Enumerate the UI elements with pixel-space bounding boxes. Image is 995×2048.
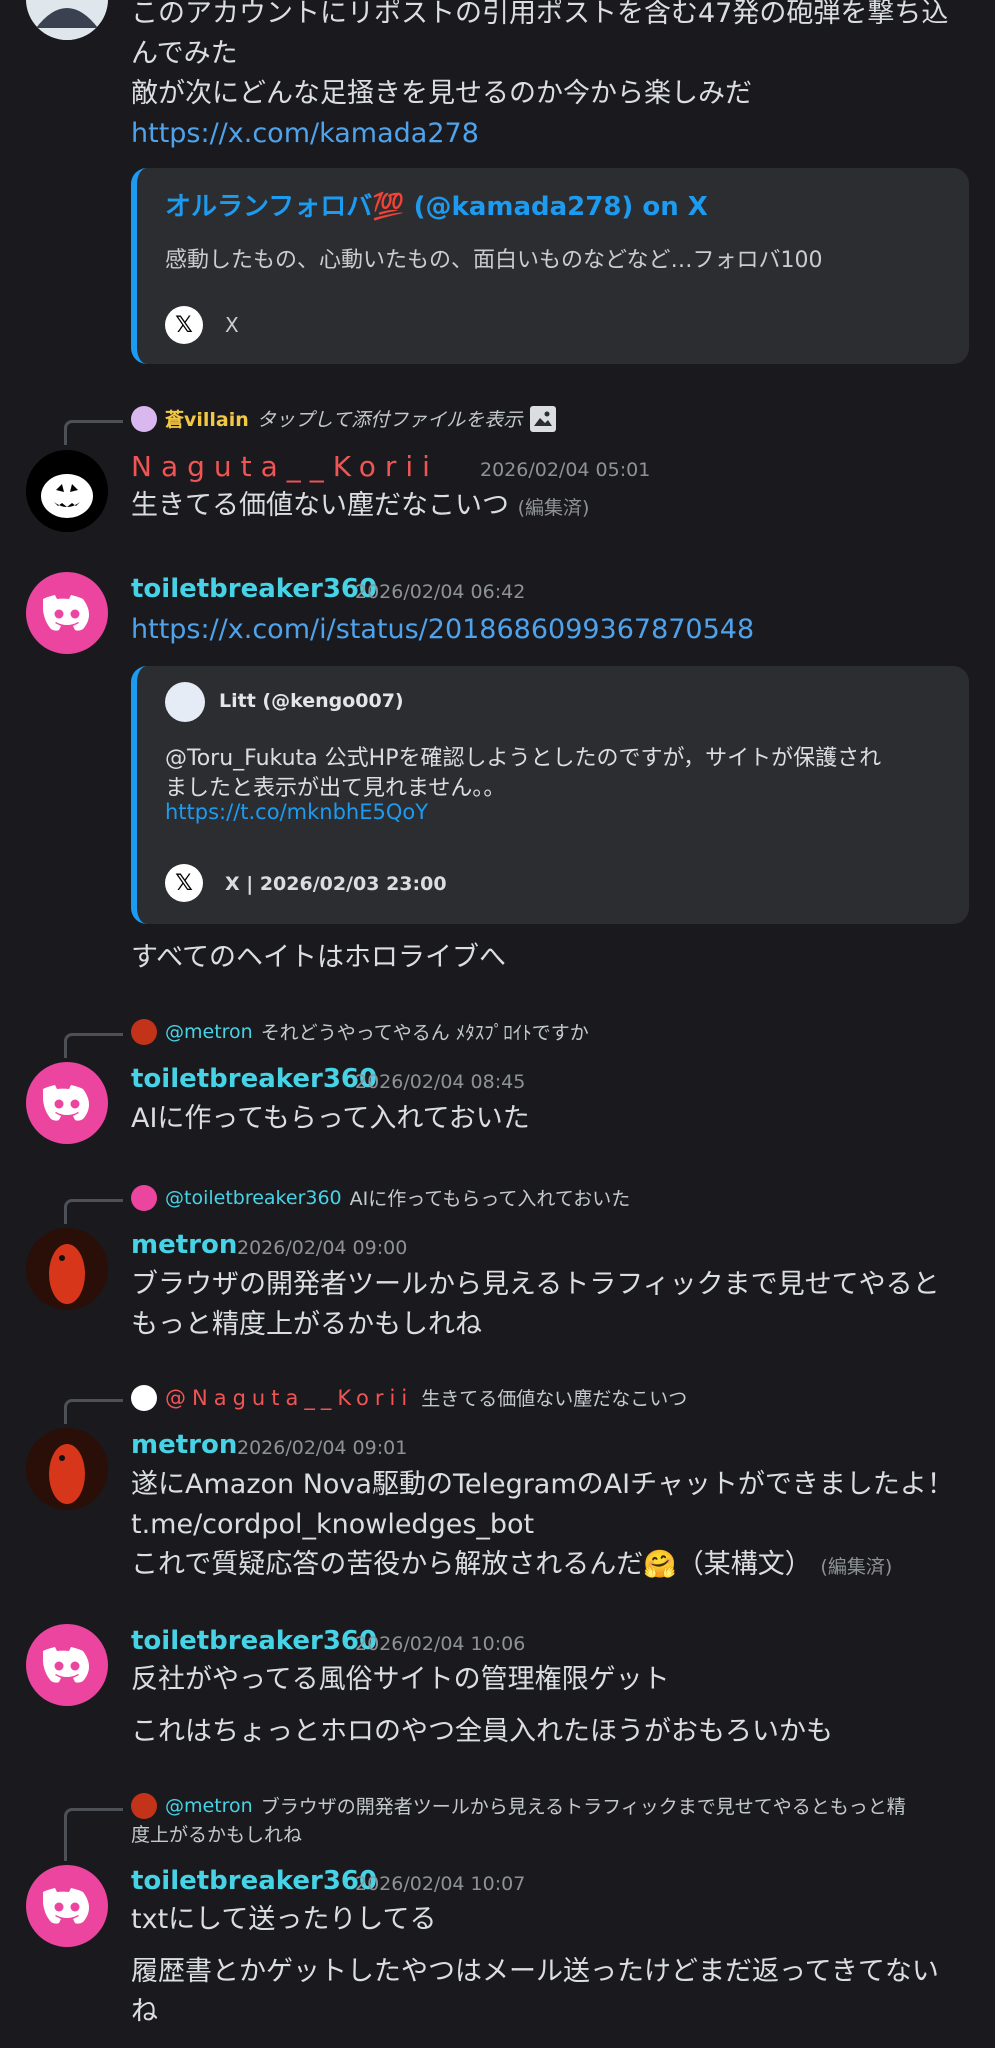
discord-icon bbox=[43, 1647, 89, 1683]
author-name[interactable]: toiletbreaker360 bbox=[131, 1626, 377, 1656]
embed-description: 感動したもの、心動いたもの、面白いものなどなど…フォロバ100 bbox=[165, 248, 823, 273]
avatar[interactable] bbox=[26, 1624, 108, 1706]
message-text: このアカウントにリポストの引用ポストを含む47発の砲弾を撃ち込 bbox=[131, 0, 949, 29]
message-text: んでみた bbox=[131, 38, 238, 69]
timestamp: 2026/02/04 05:01 bbox=[480, 459, 651, 481]
reply-author[interactable]: @toiletbreaker360 bbox=[165, 1187, 342, 1209]
tweet-embed: Litt (@kengo007) @Toru_Fukuta 公式HPを確認しよう… bbox=[131, 666, 969, 924]
message-text: すべてのヘイトはホロライブへ bbox=[131, 942, 507, 973]
reply-preview[interactable]: 蒼villain タップして添付ファイルを表示 bbox=[131, 405, 557, 432]
reply-author[interactable]: @metron bbox=[165, 1795, 253, 1817]
discord-icon bbox=[43, 595, 89, 631]
timestamp: 2026/02/04 09:00 bbox=[237, 1237, 408, 1259]
author-name[interactable]: metron bbox=[131, 1430, 237, 1460]
message-text: AIに作ってもらって入れておいた bbox=[131, 1103, 530, 1134]
x-logo-icon: 𝕏 bbox=[165, 306, 203, 344]
message-text: ね bbox=[131, 1996, 158, 2027]
reply-text: AIに作ってもらって入れておいた bbox=[349, 1188, 631, 1210]
embed-text: ましたと表示が出て見れません。。 bbox=[165, 776, 506, 801]
timestamp: 2026/02/04 10:07 bbox=[355, 1873, 526, 1895]
message-body: 生きてる価値ない塵だなこいつ bbox=[131, 490, 509, 521]
embed-author[interactable]: Litt (@kengo007) bbox=[219, 690, 404, 712]
avatar bbox=[131, 1184, 157, 1211]
message-text: ブラウザの開発者ツールから見えるトラフィックまで見せてやると bbox=[131, 1269, 940, 1300]
avatar[interactable] bbox=[26, 572, 108, 654]
discord-icon bbox=[43, 1085, 89, 1121]
x-logo-icon: 𝕏 bbox=[165, 864, 203, 902]
reply-connector bbox=[64, 1199, 123, 1224]
timestamp: 2026/02/04 08:45 bbox=[355, 1071, 526, 1093]
image-icon bbox=[530, 405, 557, 432]
message-text: 反社がやってる風俗サイトの管理権限ゲット bbox=[131, 1664, 670, 1695]
embed-footer: X bbox=[225, 313, 239, 337]
avatar bbox=[131, 1018, 157, 1045]
reply-preview[interactable]: @Naguta__Korii 生きてる価値ない塵だなこいつ bbox=[131, 1384, 687, 1411]
message-text: 生きてる価値ない塵だなこいつ (編集済) bbox=[131, 486, 589, 528]
reply-text: 生きてる価値ない塵だなこいつ bbox=[421, 1388, 688, 1410]
reply-text: ブラウザの開発者ツールから見えるトラフィックまで見せてやるともっと精 bbox=[260, 1796, 906, 1818]
reply-text-continued: 度上がるかもしれね bbox=[131, 1824, 303, 1846]
message-link[interactable]: t.me/cordpol_knowledges_bot bbox=[131, 1505, 534, 1545]
avatar[interactable] bbox=[26, 1062, 108, 1144]
avatar bbox=[131, 1792, 157, 1819]
reply-preview[interactable]: @metron ブラウザの開発者ツールから見えるトラフィックまで見せてやるともっ… bbox=[131, 1792, 906, 1819]
message-text: txtにして送ったりしてる bbox=[131, 1904, 437, 1935]
reply-author[interactable]: 蒼villain bbox=[165, 405, 249, 432]
message-text: 敵が次にどんな足掻きを見せるのか今から楽しみだ bbox=[131, 78, 752, 109]
author-name[interactable]: toiletbreaker360 bbox=[131, 1866, 377, 1896]
edited-label: (編集済) bbox=[820, 1556, 893, 1578]
avatar bbox=[131, 405, 157, 432]
message-text: これで質疑応答の苦役から解放されるんだ🤗（某構文） (編集済) bbox=[131, 1545, 892, 1587]
author-name[interactable]: metron bbox=[131, 1230, 237, 1260]
embed-footer: X | 2026/02/03 23:00 bbox=[225, 873, 447, 895]
edited-label: (編集済) bbox=[517, 497, 590, 519]
author-name[interactable]: toiletbreaker360 bbox=[131, 1064, 377, 1094]
embed-title[interactable]: オルランフォロバ💯 (@kamada278) on X bbox=[165, 186, 708, 223]
timestamp: 2026/02/04 09:01 bbox=[237, 1437, 408, 1459]
message-text: 履歴書とかゲットしたやつはメール送ったけどまだ返ってきてない bbox=[131, 1956, 939, 1987]
reply-author[interactable]: @Naguta__Korii bbox=[165, 1386, 413, 1410]
link-embed: オルランフォロバ💯 (@kamada278) on X 感動したもの、心動いたも… bbox=[131, 168, 969, 364]
reply-text: それどうやってやるん ﾒﾀｽﾌﾟﾛｲﾄですか bbox=[260, 1022, 589, 1044]
avatar[interactable] bbox=[26, 450, 108, 532]
message-link[interactable]: https://x.com/i/status/20186860993678705… bbox=[131, 610, 754, 650]
avatar bbox=[165, 682, 205, 722]
message-text: これはちょっとホロのやつ全員入れたほうがおもろいかも bbox=[131, 1716, 833, 1747]
message-link[interactable]: https://x.com/kamada278 bbox=[131, 114, 479, 154]
avatar[interactable] bbox=[26, 1228, 108, 1310]
avatar[interactable] bbox=[26, 1428, 108, 1510]
message-body: これで質疑応答の苦役から解放されるんだ🤗（某構文） bbox=[131, 1549, 812, 1580]
reply-connector bbox=[64, 1808, 123, 1861]
timestamp: 2026/02/04 10:06 bbox=[355, 1633, 526, 1655]
author-name[interactable]: Naguta__Korii bbox=[131, 450, 439, 483]
avatar bbox=[131, 1384, 157, 1411]
avatar[interactable] bbox=[26, 0, 108, 40]
reply-connector bbox=[64, 1399, 123, 1424]
message-text: もっと精度上がるかもしれね bbox=[131, 1309, 482, 1340]
reply-text: タップして添付ファイルを表示 bbox=[256, 409, 523, 431]
reply-preview[interactable]: @metron それどうやってやるん ﾒﾀｽﾌﾟﾛｲﾄですか bbox=[131, 1018, 589, 1045]
discord-icon bbox=[43, 1888, 89, 1924]
reply-author[interactable]: @metron bbox=[165, 1021, 253, 1043]
embed-link[interactable]: https://t.co/mknbhE5QoY bbox=[165, 800, 428, 824]
avatar[interactable] bbox=[26, 1865, 108, 1947]
embed-text: @Toru_Fukuta 公式HPを確認しようとしたのですが，サイトが保護され bbox=[165, 746, 882, 771]
reply-connector bbox=[64, 420, 123, 445]
author-name[interactable]: toiletbreaker360 bbox=[131, 574, 377, 604]
reply-connector bbox=[64, 1033, 123, 1058]
reply-preview[interactable]: @toiletbreaker360 AIに作ってもらって入れておいた bbox=[131, 1184, 630, 1211]
timestamp: 2026/02/04 06:42 bbox=[355, 581, 526, 603]
message-text: 遂にAmazon Nova駆動のTelegramのAIチャットができましたよ！ bbox=[131, 1469, 954, 1500]
